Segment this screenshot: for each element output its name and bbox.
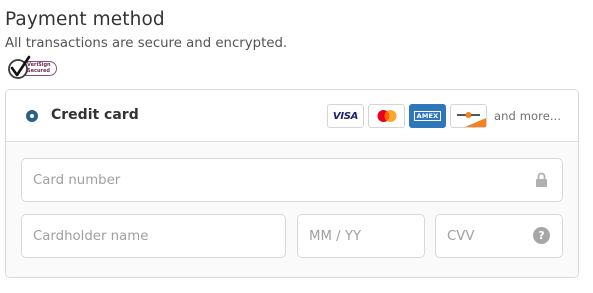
credit-card-option[interactable]: Credit card VISA AMEX and more... <box>6 90 578 142</box>
more-cards-link: and more... <box>494 109 562 123</box>
cardholder-name-field[interactable] <box>21 214 286 258</box>
verisign-badge: VeriSign Secured <box>7 55 59 81</box>
card-form: ? <box>6 143 578 277</box>
card-number-input[interactable] <box>22 159 562 201</box>
visa-card-icon: VISA <box>327 104 364 128</box>
lock-icon <box>536 172 547 187</box>
expiry-field[interactable] <box>297 214 425 258</box>
page-title: Payment method <box>5 9 165 30</box>
discover-logo <box>457 112 486 127</box>
amex-text: AMEX <box>413 111 442 121</box>
cvv-help-icon[interactable]: ? <box>533 227 550 244</box>
cardholder-name-input[interactable] <box>22 215 285 257</box>
credit-card-radio[interactable] <box>26 110 38 122</box>
discover-card-icon <box>450 104 487 128</box>
amex-card-icon: AMEX <box>409 104 446 128</box>
payment-panel: Credit card VISA AMEX and more... Card n… <box>5 89 579 278</box>
visa-text: VISA <box>332 110 359 122</box>
security-subtitle: All transactions are secure and encrypte… <box>5 36 288 51</box>
credit-card-label: Credit card <box>51 107 139 123</box>
mastercard-card-icon <box>368 104 405 128</box>
accepted-cards: VISA AMEX and more... <box>327 104 561 128</box>
expiry-input[interactable] <box>298 215 424 257</box>
cvv-field[interactable]: ? <box>435 214 563 258</box>
mastercard-logo <box>377 110 396 122</box>
verisign-check-icon <box>8 55 31 79</box>
card-number-field[interactable] <box>21 158 563 202</box>
